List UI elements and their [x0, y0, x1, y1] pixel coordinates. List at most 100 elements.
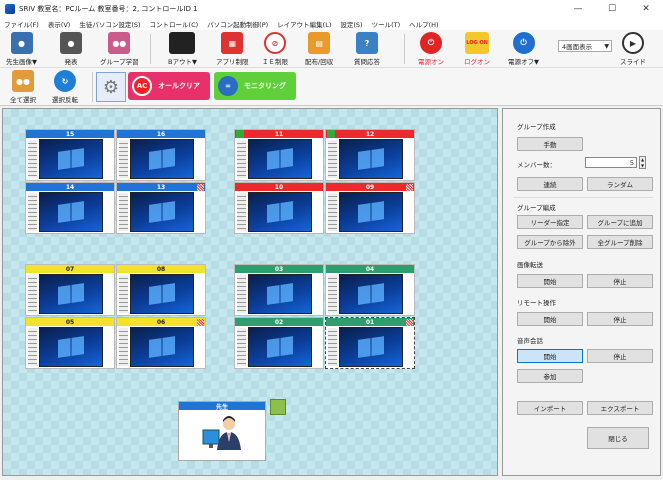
- student-pc[interactable]: 16: [116, 129, 206, 181]
- b-out-button[interactable]: Bアウト▼: [168, 32, 197, 66]
- leader-button[interactable]: リーダー指定: [517, 215, 583, 229]
- student-pc[interactable]: 02: [234, 317, 324, 369]
- pc-label: 03: [235, 265, 323, 273]
- menu-help[interactable]: ヘルプ(H): [409, 19, 438, 29]
- continuous-button[interactable]: 連続: [517, 177, 583, 191]
- student-pc[interactable]: 10: [234, 182, 324, 234]
- app-control-button[interactable]: ▦ アプリ制限: [216, 32, 249, 66]
- desktop-icons: [328, 140, 337, 178]
- menu-student-pc[interactable]: 生徒パソコン設定(S): [79, 19, 140, 29]
- student-pc[interactable]: 13: [116, 182, 206, 234]
- member-count-stepper[interactable]: ▲ ▼: [639, 156, 646, 169]
- pc-screen: [39, 139, 103, 179]
- logon-button[interactable]: LOG ON ログオン: [464, 32, 490, 66]
- student-pc[interactable]: 15: [25, 129, 115, 181]
- minimize-button[interactable]: —: [561, 0, 595, 18]
- checkered-flag-icon: [406, 184, 413, 191]
- invert-select-button[interactable]: ↻ 選択反転: [52, 70, 78, 104]
- key-icon: LOG ON: [465, 32, 489, 54]
- student-pc[interactable]: 05: [25, 317, 115, 369]
- pc-screen: [339, 192, 403, 232]
- group-icon: ●●: [108, 32, 131, 54]
- menu-control[interactable]: コントロール(C): [150, 19, 199, 29]
- app-control-label: アプリ制限: [216, 58, 249, 66]
- remote-stop-button[interactable]: 停止: [587, 312, 653, 326]
- gear-icon[interactable]: ⚙: [96, 72, 126, 102]
- student-pc[interactable]: 07: [25, 264, 115, 316]
- add-group-button[interactable]: グループに追加: [587, 215, 653, 229]
- all-clear-button[interactable]: AC オールクリア: [128, 72, 210, 100]
- student-pc[interactable]: 06: [116, 317, 206, 369]
- binoculars-icon: ∞: [218, 76, 238, 96]
- monitoring-button[interactable]: ∞ モニタリング: [214, 72, 296, 100]
- menu-view[interactable]: 表示(V): [48, 19, 71, 29]
- power-off-button[interactable]: ⏻ 電源オフ▼: [508, 32, 539, 66]
- student-pc[interactable]: 11: [234, 129, 324, 181]
- menu-pc-boot[interactable]: パソコン起動制御(P): [207, 19, 268, 29]
- distribute-button[interactable]: ▤ 配布/回収: [305, 32, 333, 66]
- join-button[interactable]: 参加: [517, 369, 583, 383]
- power-on-button[interactable]: ⏻ 電源オン: [418, 32, 444, 66]
- random-button[interactable]: ランダム: [587, 177, 653, 191]
- pc-screen: [130, 192, 194, 232]
- menu-layout[interactable]: レイアウト編集(L): [277, 19, 331, 29]
- separator: [404, 34, 405, 64]
- monitor-icon: [169, 32, 196, 54]
- menu-tools[interactable]: ツール(T): [372, 19, 401, 29]
- teacher-screen-button[interactable]: ● 先生画像▼: [6, 32, 37, 66]
- import-button[interactable]: インポート: [517, 401, 583, 415]
- present-button[interactable]: ● 発表: [60, 32, 82, 66]
- student-pc[interactable]: 12: [325, 129, 415, 181]
- close-panel-button[interactable]: 閉じる: [587, 427, 649, 449]
- pc-label: 10: [235, 183, 323, 191]
- select-all-button[interactable]: ●● 全て選択: [10, 70, 36, 104]
- display-select-value: 4画面表示: [562, 43, 593, 51]
- pc-screen: [339, 327, 403, 367]
- pc-label: 05: [26, 318, 114, 326]
- close-button[interactable]: ✕: [629, 0, 663, 18]
- desktop-icons: [237, 275, 246, 313]
- teacher-pc[interactable]: 先生: [178, 401, 266, 461]
- remove-group-button[interactable]: グループから除外: [517, 235, 583, 249]
- member-count-input[interactable]: 5: [585, 157, 637, 168]
- delete-all-groups-button[interactable]: 全グループ削除: [587, 235, 653, 249]
- student-pc[interactable]: 14: [25, 182, 115, 234]
- issue-answer-button[interactable]: ? 質問応答: [354, 32, 380, 66]
- screen-transfer-start-button[interactable]: 開始: [517, 274, 583, 288]
- pc-screen: [248, 327, 312, 367]
- separator: [150, 34, 151, 64]
- voice-stop-button[interactable]: 停止: [587, 349, 653, 363]
- remote-start-button[interactable]: 開始: [517, 312, 583, 326]
- all-clear-label: オールクリア: [158, 82, 200, 90]
- power-off-label: 電源オフ▼: [508, 58, 539, 66]
- menu-settings[interactable]: 設定(S): [340, 19, 362, 29]
- manual-button[interactable]: 手動: [517, 137, 583, 151]
- slide-button[interactable]: ▶ スライド: [620, 32, 646, 66]
- tray-icon[interactable]: [270, 399, 286, 415]
- checkered-flag-icon: [197, 184, 204, 191]
- stepper-down-icon[interactable]: ▼: [641, 163, 644, 168]
- ie-control-button[interactable]: ⊘ ＩＥ制限: [262, 32, 288, 66]
- display-select[interactable]: 4画面表示 ▼: [558, 40, 612, 52]
- voice-start-button[interactable]: 開始: [517, 349, 583, 363]
- student-pc-selected[interactable]: 01: [325, 317, 415, 369]
- desktop-icons: [328, 193, 337, 231]
- export-button[interactable]: エクスポート: [587, 401, 653, 415]
- stepper-up-icon[interactable]: ▲: [641, 157, 644, 162]
- desktop-icons: [28, 328, 37, 366]
- slide-label: スライド: [620, 58, 646, 66]
- menu-file[interactable]: ファイル(F): [4, 19, 39, 29]
- screen-transfer-stop-button[interactable]: 停止: [587, 274, 653, 288]
- maximize-button[interactable]: ☐: [595, 0, 629, 18]
- power-on-label: 電源オン: [418, 58, 444, 66]
- voice-heading: 音声会話: [517, 337, 543, 345]
- distribute-label: 配布/回収: [305, 58, 334, 66]
- issue-answer-label: 質問応答: [354, 58, 380, 66]
- chevron-down-icon: ▼: [604, 42, 609, 50]
- group-learning-button[interactable]: ●● グループ学習: [100, 32, 139, 66]
- student-pc[interactable]: 09: [325, 182, 415, 234]
- student-pc[interactable]: 08: [116, 264, 206, 316]
- student-pc[interactable]: 03: [234, 264, 324, 316]
- menu-bar: ファイル(F) 表示(V) 生徒パソコン設定(S) コントロール(C) パソコン…: [0, 18, 663, 30]
- student-pc[interactable]: 04: [325, 264, 415, 316]
